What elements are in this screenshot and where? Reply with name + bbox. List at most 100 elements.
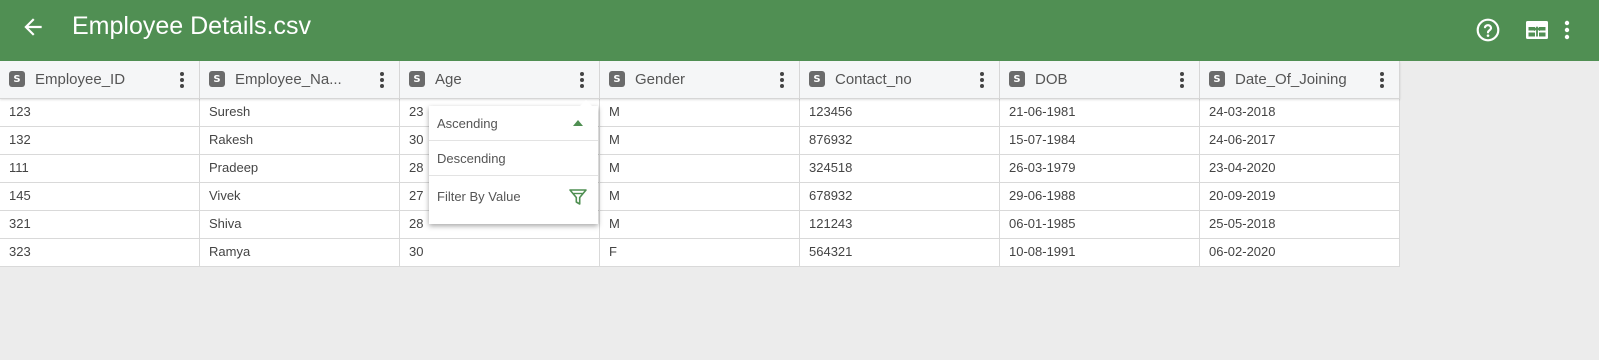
table-row[interactable]: 132 Rakesh 30 M 876932 15-07-1984 24-06-2017	[0, 127, 1400, 155]
table-cell[interactable]: 145	[0, 183, 200, 210]
more-vert-icon-dot	[1380, 84, 1384, 88]
filter-by-value-option[interactable]: Filter By Value	[429, 176, 598, 224]
table-cell[interactable]: 15-07-1984	[1000, 127, 1200, 154]
table-row[interactable]: 145 Vivek 27 M 678932 29-06-1988 20-09-2019	[0, 183, 1400, 211]
table-cell[interactable]: Ramya	[200, 239, 400, 266]
table-row[interactable]: 111 Pradeep 28 M 324518 26-03-1979 23-04-2020	[0, 155, 1400, 183]
string-type-icon: S	[409, 71, 425, 87]
table-cell[interactable]: 321	[0, 211, 200, 238]
column-name: Employee_ID	[35, 71, 126, 88]
column-menu-button[interactable]	[377, 70, 387, 90]
table-body: 123 Suresh 23 M 123456 21-06-1981 24-03-2018 13…	[0, 99, 1400, 267]
table-cell[interactable]: 21-06-1981	[1000, 99, 1200, 126]
more-vert-icon-dot	[980, 78, 984, 82]
more-vert-icon-dot	[1380, 72, 1384, 76]
table-header: S Employee_ID S Employee_Na... S Age S Gender S C…	[0, 61, 1400, 99]
column-name: Gender	[635, 71, 686, 88]
more-vert-icon-dot	[980, 72, 984, 76]
table-cell[interactable]: F	[600, 239, 800, 266]
table-export-icon	[1526, 21, 1548, 39]
column-menu-button[interactable]	[1377, 70, 1387, 90]
more-vert-icon-dot	[780, 84, 784, 88]
export-button[interactable]	[1524, 18, 1550, 42]
column-header-gender[interactable]: S Gender	[600, 61, 800, 99]
table-row[interactable]: 321 Shiva 28 M 121243 06-01-1985 25-05-2018	[0, 211, 1400, 239]
table-cell[interactable]: 20-09-2019	[1200, 183, 1400, 210]
more-vert-icon-dot	[180, 78, 184, 82]
table-cell[interactable]: 23-04-2020	[1200, 155, 1400, 182]
more-vert-icon-dot	[780, 78, 784, 82]
table-cell[interactable]: 323	[0, 239, 200, 266]
more-vert-icon-dot	[580, 78, 584, 82]
sort-ascending-icon	[573, 120, 583, 126]
more-vert-icon-dot	[580, 72, 584, 76]
back-arrow-icon	[24, 18, 42, 36]
more-options-button[interactable]	[1560, 18, 1574, 42]
string-type-icon: S	[609, 71, 625, 87]
table-cell[interactable]: 29-06-1988	[1000, 183, 1200, 210]
column-name: Contact_no	[835, 71, 912, 88]
table-cell[interactable]: 564321	[800, 239, 1000, 266]
string-type-icon: S	[1009, 71, 1025, 87]
table-cell[interactable]: M	[600, 99, 800, 126]
page-title: Employee Details.csv	[72, 12, 311, 40]
table-cell[interactable]: 123456	[800, 99, 1000, 126]
table-cell[interactable]: M	[600, 127, 800, 154]
table-cell[interactable]: 121243	[800, 211, 1000, 238]
table-cell[interactable]: 06-02-2020	[1200, 239, 1400, 266]
filter-by-value-label: Filter By Value	[437, 189, 521, 204]
sort-descending-label: Descending	[437, 151, 506, 166]
table-cell[interactable]: Suresh	[200, 99, 400, 126]
column-name: Employee_Na...	[235, 71, 342, 88]
column-header-age[interactable]: S Age	[400, 61, 600, 99]
table-cell[interactable]: 876932	[800, 127, 1000, 154]
table-cell[interactable]: 324518	[800, 155, 1000, 182]
table-cell[interactable]: Rakesh	[200, 127, 400, 154]
help-button[interactable]	[1475, 17, 1501, 43]
column-header-contact-no[interactable]: S Contact_no	[800, 61, 1000, 99]
table-cell[interactable]: M	[600, 211, 800, 238]
sort-descending-option[interactable]: Descending	[429, 141, 598, 176]
sort-ascending-label: Ascending	[437, 116, 498, 131]
table-cell[interactable]: 26-03-1979	[1000, 155, 1200, 182]
column-name: DOB	[1035, 71, 1068, 88]
string-type-icon: S	[9, 71, 25, 87]
column-header-employee-na[interactable]: S Employee_Na...	[200, 61, 400, 99]
more-vert-icon-dot	[380, 84, 384, 88]
table-cell[interactable]: 123	[0, 99, 200, 126]
table-cell[interactable]: 25-05-2018	[1200, 211, 1400, 238]
table-cell[interactable]: 30	[400, 239, 600, 266]
table-row[interactable]: 323 Ramya 30 F 564321 10-08-1991 06-02-2020	[0, 239, 1400, 267]
table-cell[interactable]: 132	[0, 127, 200, 154]
data-table: S Employee_ID S Employee_Na... S Age S Gender S C…	[0, 61, 1400, 267]
table-cell[interactable]: M	[600, 183, 800, 210]
sort-ascending-option[interactable]: Ascending	[429, 106, 598, 141]
back-button[interactable]	[20, 14, 46, 40]
table-cell[interactable]: 24-03-2018	[1200, 99, 1400, 126]
more-vert-icon-dot	[180, 84, 184, 88]
table-cell[interactable]: 06-01-1985	[1000, 211, 1200, 238]
column-menu-button[interactable]	[177, 70, 187, 90]
table-row[interactable]: 123 Suresh 23 M 123456 21-06-1981 24-03-2018	[0, 99, 1400, 127]
more-vert-icon-dot	[580, 84, 584, 88]
table-cell[interactable]: Shiva	[200, 211, 400, 238]
column-menu-button[interactable]	[1177, 70, 1187, 90]
table-cell[interactable]: 24-06-2017	[1200, 127, 1400, 154]
table-cell[interactable]: Vivek	[200, 183, 400, 210]
more-vert-icon-dot	[380, 78, 384, 82]
table-cell[interactable]: Pradeep	[200, 155, 400, 182]
table-cell[interactable]: 111	[0, 155, 200, 182]
column-menu-button[interactable]	[977, 70, 987, 90]
table-cell[interactable]: M	[600, 155, 800, 182]
column-header-employee-id[interactable]: S Employee_ID	[0, 61, 200, 99]
column-menu-button[interactable]	[777, 70, 787, 90]
column-header-dob[interactable]: S DOB	[1000, 61, 1200, 99]
column-header-date-of-joining[interactable]: S Date_Of_Joining	[1200, 61, 1400, 99]
table-cell[interactable]: 678932	[800, 183, 1000, 210]
more-vert-icon-dot	[1180, 72, 1184, 76]
column-name: Date_Of_Joining	[1235, 71, 1347, 88]
column-menu-button[interactable]	[577, 70, 587, 90]
table-cell[interactable]: 10-08-1991	[1000, 239, 1200, 266]
string-type-icon: S	[809, 71, 825, 87]
more-vert-icon-dot	[180, 72, 184, 76]
